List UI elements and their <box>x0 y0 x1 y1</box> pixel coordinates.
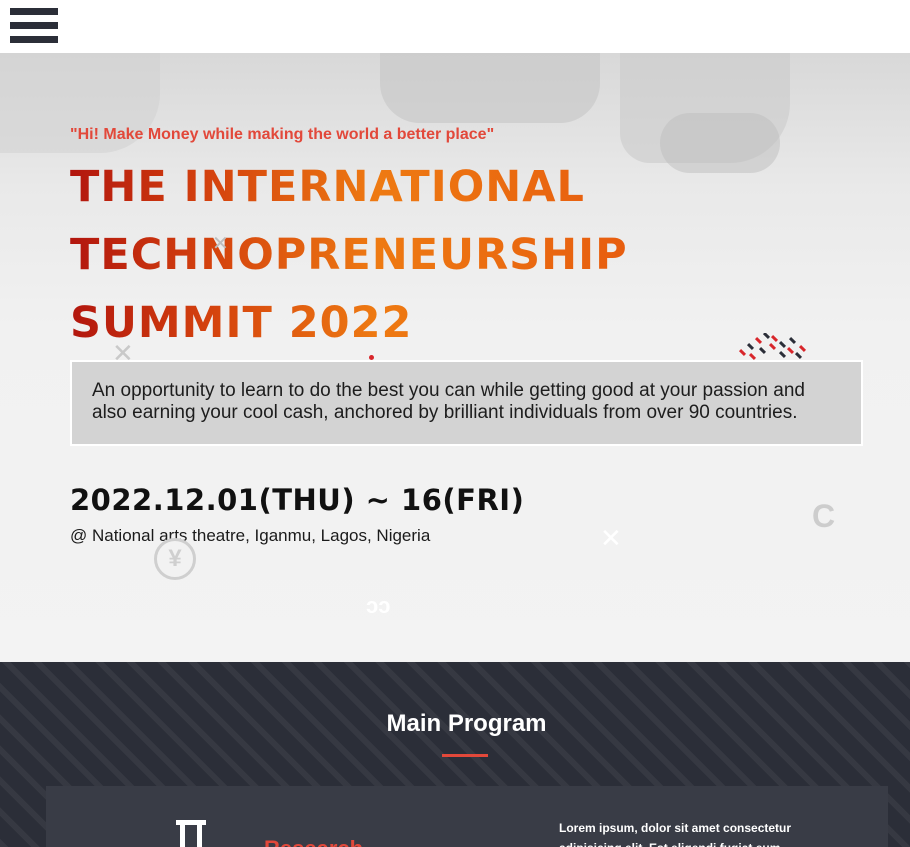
event-venue: @ National arts theatre, Iganmu, Lagos, … <box>70 526 431 545</box>
event-title-line: THE INTERNATIONAL <box>70 162 585 212</box>
top-bar <box>0 0 910 53</box>
dash-pattern-decoration <box>735 333 809 361</box>
event-title-line: TECHNOPRENEURSHIP <box>70 230 628 280</box>
program-card-title: Research <box>264 836 363 847</box>
program-card-text: Lorem ipsum, dolor sit amet consectetur … <box>559 821 792 847</box>
cross-decoration-icon: ✕ <box>212 233 229 255</box>
event-title: THE INTERNATIONAL TECHNOPRENEURSHIP SUMM… <box>70 153 628 357</box>
loop-decoration-icon: ↄↄ <box>366 593 391 618</box>
hero-section: "Hi! Make Money while making the world a… <box>0 53 910 662</box>
program-card[interactable]: Research Lorem ipsum, dolor sit amet con… <box>46 786 888 847</box>
event-description: An opportunity to learn to do the best y… <box>92 380 805 423</box>
main-program-section: Main Program Research Lorem ipsum, dolor… <box>0 662 910 847</box>
hero-tagline: "Hi! Make Money while making the world a… <box>70 126 495 143</box>
pillar-icon <box>176 820 206 847</box>
event-date: 2022.12.01(THU) ~ 16(FRI) <box>70 483 525 517</box>
heading-underline <box>442 754 488 757</box>
background-photo-shape <box>660 113 780 173</box>
background-photo-shape <box>380 53 600 123</box>
no-yen-icon: ¥ <box>154 538 196 580</box>
event-description-box: An opportunity to learn to do the best y… <box>70 360 863 446</box>
hamburger-menu-icon[interactable] <box>10 8 58 49</box>
event-title-line: SUMMIT 2022 <box>70 298 413 348</box>
c-shape-decoration-icon: C <box>812 498 836 534</box>
section-heading: Main Program <box>386 710 547 737</box>
cross-decoration-icon: ✕ <box>600 523 622 553</box>
